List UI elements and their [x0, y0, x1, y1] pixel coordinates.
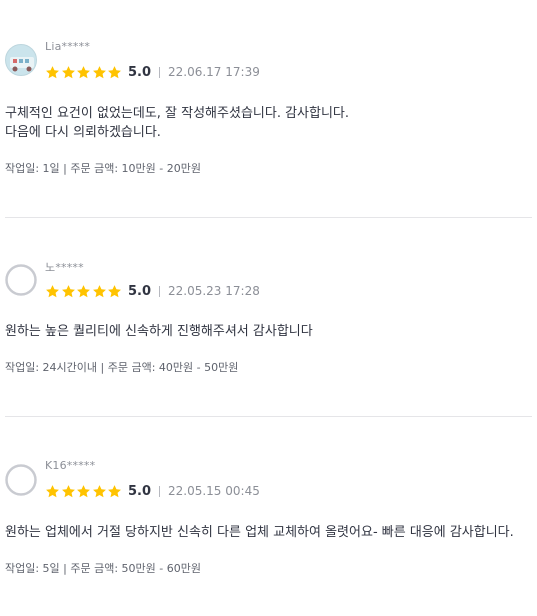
star-icon: [77, 284, 91, 297]
rating-row: 5.0 22.05.15 00:45: [45, 482, 260, 500]
review-text: 원하는 업체에서 거절 당하지반 신속히 다른 업체 교체하여 올렷어요- 빠른…: [5, 523, 514, 542]
review-date: 22.05.15 00:45: [168, 484, 260, 498]
review-text-line: 원하는 업체에서 거절 당하지반 신속히 다른 업체 교체하여 올렷어요- 빠른…: [5, 525, 514, 540]
review-date: 22.06.17 17:39: [168, 65, 260, 79]
star-icon: [92, 484, 106, 497]
review-text-line: 원하는 높은 퀄리티에 신속하게 진행해주셔서 감사합니다: [5, 324, 313, 339]
default-user-icon: [5, 464, 37, 496]
reviewer-name: 노*****: [45, 261, 84, 274]
rating-row: 5.0 22.05.23 17:28: [45, 282, 260, 300]
reviewer-name: Lia*****: [45, 40, 91, 53]
star-icon: [92, 65, 106, 78]
star-icon: [46, 484, 59, 497]
star-icon: [61, 484, 75, 497]
divider-bar: [159, 66, 160, 78]
order-info: 작업일: 24시간이내 | 주문 금액: 40만원 - 50만원: [5, 361, 239, 374]
star-icon: [108, 284, 122, 297]
star-icon: [46, 65, 59, 78]
star-icon: [77, 65, 91, 78]
star-icon: [108, 65, 122, 78]
star-icon: [46, 284, 59, 297]
divider-bar: [159, 485, 160, 497]
star-icon: [61, 65, 75, 78]
rating-score: 5.0: [127, 283, 151, 299]
review-item: Lia***** 5.0 22.06.17 17:39 구체적인 요건이 없었는…: [0, 0, 537, 218]
star-rating: [45, 484, 123, 499]
review-text-line: 다음에 다시 의뢰하겠습니다.: [5, 125, 161, 140]
star-icon: [92, 284, 106, 297]
review-item: 노***** 5.0 22.05.23 17:28 원하는 높은 퀄리티에 신속…: [0, 218, 537, 417]
star-icon: [77, 484, 91, 497]
review-text: 구체적인 요건이 없었는데도, 잘 작성해주셨습니다. 감사합니다. 다음에 다…: [5, 104, 349, 142]
rating-score: 5.0: [127, 64, 151, 80]
review-text-line: 구체적인 요건이 없었는데도, 잘 작성해주셨습니다. 감사합니다.: [5, 106, 350, 121]
default-user-icon: [5, 264, 37, 296]
rating-score: 5.0: [127, 483, 151, 499]
reviewer-name: K16*****: [45, 459, 96, 472]
star-rating: [45, 65, 123, 80]
star-icon: [61, 284, 75, 297]
review-text: 원하는 높은 퀄리티에 신속하게 진행해주셔서 감사합니다: [5, 322, 313, 341]
star-rating: [45, 284, 123, 299]
review-item: K16***** 5.0 22.05.15 00:45 원하는 업체에서 거절 …: [0, 417, 537, 616]
star-icon: [108, 484, 122, 497]
order-info: 작업일: 1일 | 주문 금액: 10만원 - 20만원: [5, 162, 201, 175]
avatar: [5, 44, 37, 76]
order-info: 작업일: 5일 | 주문 금액: 50만원 - 60만원: [5, 562, 201, 575]
rating-row: 5.0 22.06.17 17:39: [45, 63, 260, 81]
review-date: 22.05.23 17:28: [168, 284, 260, 298]
divider-bar: [159, 285, 160, 297]
